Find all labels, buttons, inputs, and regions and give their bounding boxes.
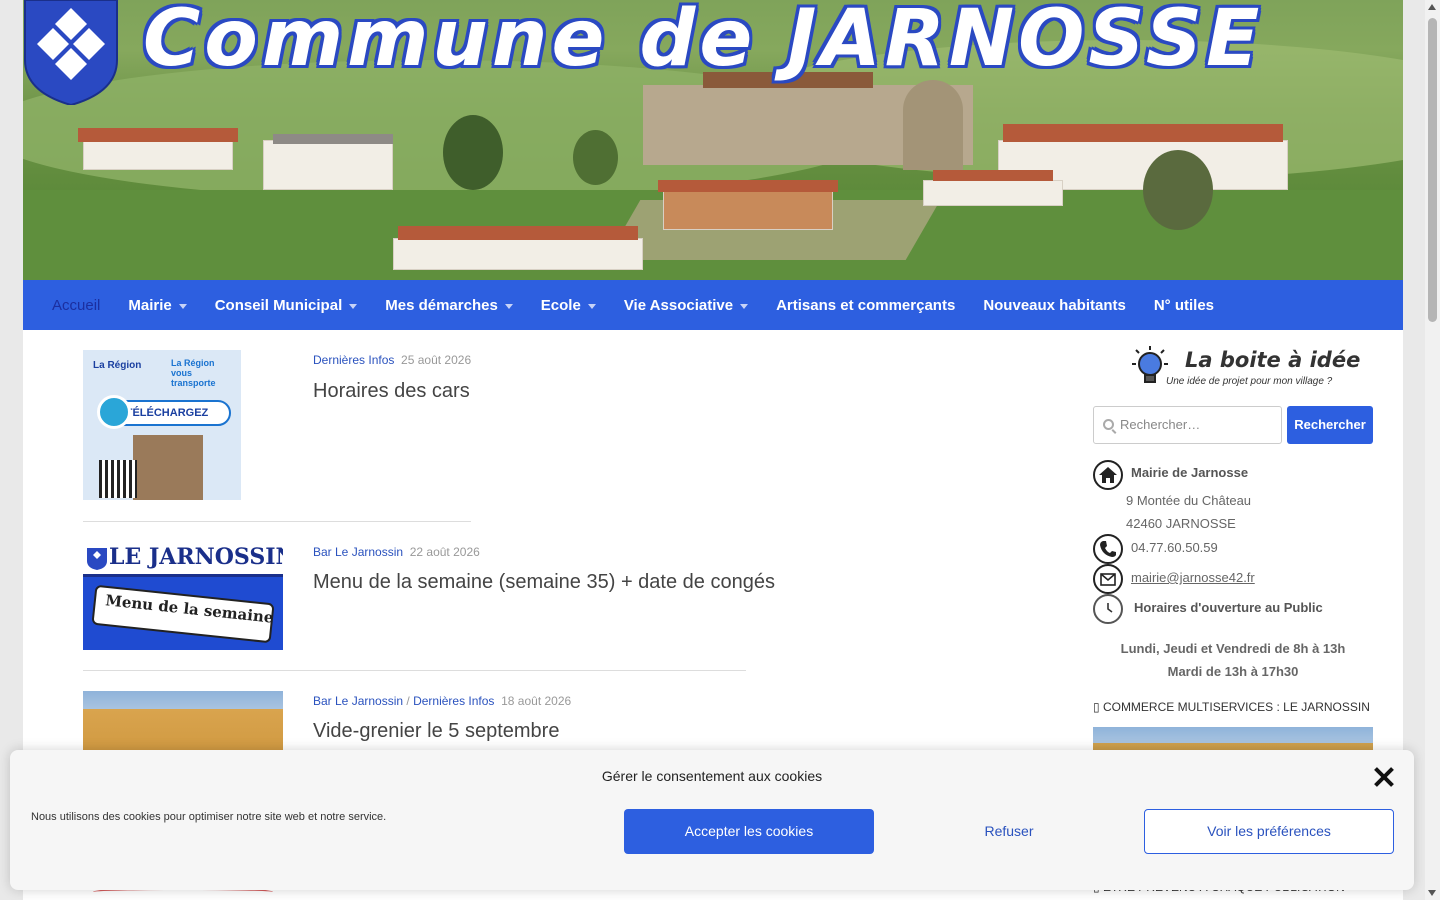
divider — [83, 521, 471, 522]
jarnossin-title: LE JARNOSSIN — [109, 544, 283, 570]
nav-item-conseil-municipal[interactable]: Conseil Municipal — [201, 297, 372, 314]
scroll-up-icon[interactable] — [1428, 4, 1436, 10]
post-meta: Dernières Infos 25 août 2026 — [313, 353, 471, 367]
search-placeholder: Rechercher… — [1120, 417, 1201, 432]
search-icon — [1103, 419, 1114, 430]
mairie-name: Mairie de Jarnosse — [1131, 465, 1249, 480]
nav-item-mes-demarches[interactable]: Mes démarches — [371, 297, 527, 314]
nav-label: Nouveaux habitants — [983, 296, 1126, 314]
search-input[interactable]: Rechercher… — [1093, 406, 1282, 444]
post-thumbnail[interactable]: La Région La Région vous transporte TÉLÉ… — [83, 350, 241, 500]
category-link[interactable]: Bar Le Jarnossin — [313, 694, 403, 708]
region-tagline: La Région vous transporte — [171, 358, 216, 388]
idea-box-title: La boite à idée — [1185, 348, 1361, 372]
search-button[interactable]: Rechercher — [1287, 406, 1373, 444]
nav-label: Accueil — [52, 296, 101, 314]
nav-label: Mes démarches — [385, 296, 498, 314]
hours-title: Horaires d'ouverture au Public — [1134, 600, 1323, 615]
refuse-cookies-button[interactable]: Refuser — [884, 809, 1134, 854]
scrollbar[interactable] — [1425, 0, 1440, 900]
email-link[interactable]: mairie@jarnosse42.fr — [1131, 570, 1255, 585]
region-logo: La Région — [93, 360, 142, 371]
category-link[interactable]: Dernières Infos — [413, 694, 494, 708]
nav-label: Mairie — [128, 296, 172, 314]
cookie-banner: Gérer le consentement aux cookies Nous u… — [10, 750, 1414, 890]
clock-icon — [97, 395, 131, 429]
chevron-down-icon — [349, 303, 358, 309]
cookie-text: Nous utilisons des cookies pour optimise… — [31, 811, 387, 823]
cookie-title: Gérer le consentement aux cookies — [601, 768, 823, 784]
history-icon — [1093, 594, 1123, 624]
chevron-down-icon — [504, 303, 513, 309]
chevron-down-icon — [740, 303, 749, 309]
site-title: Commune de JARNOSSE — [143, 0, 1264, 84]
post-title[interactable]: Menu de la semaine (semaine 35) + date d… — [313, 571, 775, 594]
nav-label: Ecole — [540, 296, 581, 314]
view-preferences-button[interactable]: Voir les préférences — [1144, 809, 1394, 854]
nav-label: N° utiles — [1153, 296, 1215, 314]
nav-label: Vie Associative — [623, 296, 734, 314]
nav-item-artisans[interactable]: Artisans et commerçants — [762, 297, 969, 314]
category-link[interactable]: Dernières Infos — [313, 353, 394, 367]
divider — [83, 670, 746, 671]
commerce-heading: ▯ COMMERCE MULTISERVICES : LE JARNOSSIN — [1093, 700, 1370, 714]
house-image — [263, 140, 393, 190]
nav-item-mairie[interactable]: Mairie — [114, 297, 200, 314]
idea-box-subtitle: Une idée de projet pour mon village ? — [1166, 376, 1333, 387]
post-thumbnail[interactable]: LE JARNOSSIN Menu de la semaine — [83, 542, 283, 650]
post-title[interactable]: Vide-grenier le 5 septembre — [313, 720, 559, 743]
address-line-1: 9 Montée du Château — [1126, 493, 1252, 508]
hours-line-1: Lundi, Jeudi et Vendredi de 8h à 13h — [1120, 641, 1346, 656]
post-thumbnail[interactable] — [83, 691, 283, 751]
crest-icon — [24, 0, 118, 105]
nav-item-ecole[interactable]: Ecole — [527, 297, 610, 314]
qr-code-icon — [99, 460, 137, 498]
mail-icon — [1093, 564, 1123, 594]
scrollbar-thumb[interactable] — [1428, 18, 1437, 322]
idea-box-banner[interactable]: La boite à idée Une idée de projet pour … — [1128, 340, 1360, 390]
nav-item-numeros-utiles[interactable]: N° utiles — [1140, 297, 1228, 314]
post-date: 18 août 2026 — [501, 694, 572, 708]
commerce-heading-text: COMMERCE MULTISERVICES : LE JARNOSSIN — [1102, 700, 1370, 714]
chevron-down-icon — [178, 303, 187, 309]
close-icon[interactable] — [1374, 767, 1394, 787]
address-line-2: 42460 JARNOSSE — [1126, 516, 1236, 531]
hours-line-2: Mardi de 13h à 17h30 — [1167, 664, 1299, 679]
post-title[interactable]: Horaires des cars — [313, 380, 470, 403]
nav-item-nouveaux-habitants[interactable]: Nouveaux habitants — [969, 297, 1140, 314]
post-meta: Bar Le Jarnossin 22 août 2026 — [313, 545, 480, 559]
chevron-down-icon — [587, 303, 596, 309]
nav-item-vie-associative[interactable]: Vie Associative — [610, 297, 762, 314]
crest-icon — [87, 548, 107, 570]
main-nav: Accueil Mairie Conseil Municipal Mes dém… — [23, 280, 1403, 330]
phone-number[interactable]: 04.77.60.50.59 — [1131, 540, 1218, 555]
post-meta: Bar Le Jarnossin / Dernières Infos 18 ao… — [313, 694, 572, 708]
category-link[interactable]: Bar Le Jarnossin — [313, 545, 403, 559]
scroll-down-icon[interactable] — [1428, 890, 1436, 896]
nav-label: Conseil Municipal — [214, 296, 343, 314]
header-banner[interactable]: Commune de JARNOSSE — [23, 0, 1403, 280]
house-image — [83, 140, 233, 170]
home-icon — [1093, 460, 1123, 490]
missing-glyph-icon: ▯ — [1093, 700, 1103, 714]
accept-cookies-button[interactable]: Accepter les cookies — [624, 809, 874, 854]
house-image — [923, 180, 1063, 206]
castle-image — [133, 435, 203, 500]
nav-item-accueil[interactable]: Accueil — [38, 297, 114, 314]
post-date: 22 août 2026 — [409, 545, 480, 559]
nav-label: Artisans et commerçants — [776, 296, 956, 314]
post-date: 25 août 2026 — [401, 353, 472, 367]
house-image — [393, 238, 643, 270]
house-image — [663, 190, 833, 230]
phone-icon — [1093, 534, 1123, 564]
